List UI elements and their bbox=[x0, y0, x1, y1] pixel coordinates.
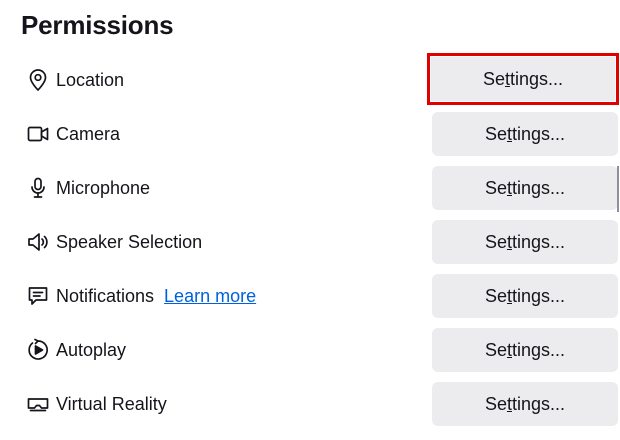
btn-text-pre: Se bbox=[484, 286, 507, 306]
virtual-reality-settings-button[interactable]: Settings... bbox=[432, 382, 618, 426]
btn-text-pre: Se bbox=[484, 394, 507, 414]
microphone-icon bbox=[26, 176, 50, 200]
btn-text-post: tings... bbox=[512, 178, 566, 198]
permission-row-virtual-reality: Virtual Reality Settings... bbox=[24, 382, 620, 426]
permission-row-autoplay: Autoplay Settings... bbox=[24, 328, 620, 372]
learn-more-link[interactable]: Learn more bbox=[164, 286, 256, 306]
permission-row-notifications: Notifications Learn more Settings... bbox=[24, 274, 620, 318]
permission-label-microphone: Microphone bbox=[56, 177, 150, 199]
permission-label-text: Virtual Reality bbox=[56, 394, 167, 414]
autoplay-settings-button[interactable]: Settings... bbox=[432, 328, 618, 372]
permission-label-notifications: Notifications Learn more bbox=[56, 285, 256, 307]
speaker-icon bbox=[26, 230, 50, 254]
permission-label-virtual-reality: Virtual Reality bbox=[56, 393, 167, 415]
camera-icon bbox=[26, 122, 50, 146]
location-settings-button[interactable]: Settings... bbox=[427, 53, 619, 105]
camera-settings-button[interactable]: Settings... bbox=[432, 112, 618, 156]
section-title: Permissions bbox=[21, 10, 174, 40]
permission-row-camera: Camera Settings... bbox=[24, 112, 620, 156]
permission-row-microphone: Microphone Settings... bbox=[24, 166, 620, 210]
permission-label-location: Location bbox=[56, 69, 124, 91]
permission-label-text: Microphone bbox=[56, 178, 151, 198]
btn-text-pre: Se bbox=[484, 232, 507, 252]
permission-label-text: Location bbox=[56, 70, 125, 90]
permission-label-text: Autoplay bbox=[56, 340, 127, 360]
btn-text-pre: Se bbox=[484, 340, 507, 360]
permission-label-text: Speaker Selection bbox=[56, 232, 203, 252]
btn-text-post: tings... bbox=[512, 232, 566, 252]
btn-text-post: tings... bbox=[512, 340, 566, 360]
permission-label-speaker-selection: Speaker Selection bbox=[56, 231, 202, 253]
microphone-settings-button[interactable]: Settings... bbox=[432, 166, 618, 210]
btn-text-post: tings... bbox=[512, 124, 566, 144]
btn-text-pre: Se bbox=[484, 124, 507, 144]
permissions-panel: Permissions Location Settings... Camera … bbox=[0, 0, 620, 440]
vertical-scrollbar[interactable] bbox=[617, 166, 619, 212]
permission-row-speaker-selection: Speaker Selection Settings... bbox=[24, 220, 620, 264]
speaker-selection-settings-button[interactable]: Settings... bbox=[432, 220, 618, 264]
btn-text-post: tings... bbox=[512, 286, 566, 306]
permission-label-text: Notifications bbox=[56, 286, 155, 306]
btn-text-pre: Se bbox=[482, 69, 505, 89]
btn-text-post: tings... bbox=[512, 394, 566, 414]
autoplay-icon bbox=[26, 338, 50, 362]
vr-headset-icon bbox=[26, 392, 50, 416]
btn-text-post: tings... bbox=[510, 69, 564, 89]
permission-label-autoplay: Autoplay bbox=[56, 339, 126, 361]
notifications-settings-button[interactable]: Settings... bbox=[432, 274, 618, 318]
permission-label-camera: Camera bbox=[56, 123, 120, 145]
notification-bubble-icon bbox=[26, 284, 50, 308]
btn-text-pre: Se bbox=[484, 178, 507, 198]
permission-label-text: Camera bbox=[56, 124, 121, 144]
permission-row-location: Location Settings... bbox=[24, 53, 620, 105]
location-pin-icon bbox=[26, 68, 50, 92]
